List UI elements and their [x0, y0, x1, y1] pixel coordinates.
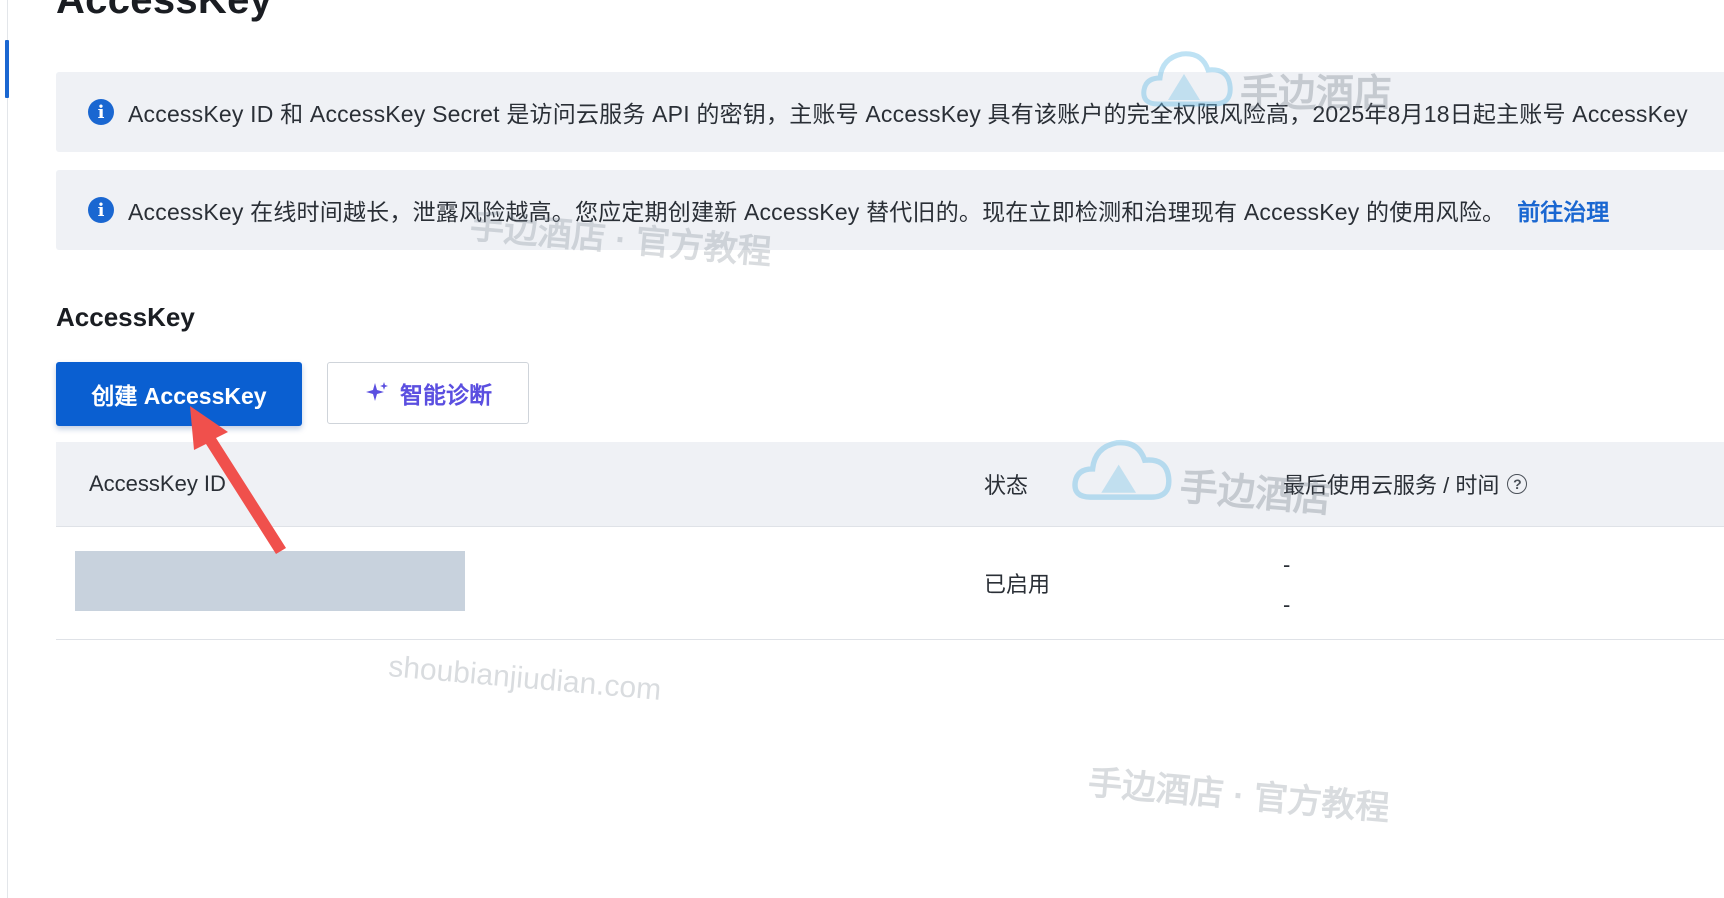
masked-accesskey-id [75, 551, 465, 611]
create-accesskey-button[interactable]: 创建 AccessKey [56, 362, 302, 426]
smart-diagnose-label: 智能诊断 [400, 382, 492, 408]
column-header-last-used-label: 最后使用云服务 / 时间 [1283, 473, 1500, 498]
column-header-accesskey-id: AccessKey ID [89, 471, 226, 496]
info-icon: i [88, 197, 114, 223]
last-used-time: - [1283, 592, 1291, 617]
status-cell: 已启用 [984, 572, 1051, 597]
watermark-caption: 手边酒店 · 官方教程 [1086, 763, 1391, 829]
left-rail-active-indicator [5, 40, 9, 98]
access-key-page: AccessKey i AccessKey ID 和 AccessKey Sec… [0, 0, 1724, 898]
info-icon: i [88, 99, 114, 125]
column-header-status: 状态 [984, 473, 1029, 498]
watermark-url: shoubianjiudian.com [387, 650, 663, 707]
section-title: AccessKey [56, 302, 195, 332]
table-header: AccessKey ID 状态 最后使用云服务 / 时间 ? [56, 442, 1724, 527]
notice-banner-rotation: i AccessKey 在线时间越长，泄露风险越高。您应定期创建新 Access… [56, 170, 1724, 250]
page-title: AccessKey [56, 0, 273, 22]
notice-text: AccessKey ID 和 AccessKey Secret 是访问云服务 A… [128, 101, 1688, 127]
govern-link[interactable]: 前往治理 [1517, 193, 1609, 227]
help-icon[interactable]: ? [1507, 474, 1528, 494]
left-rail-divider [7, 0, 8, 898]
last-used-cell: - - [1283, 545, 1290, 625]
notice-banner-risk: i AccessKey ID 和 AccessKey Secret 是访问云服务… [56, 72, 1724, 152]
smart-diagnose-button[interactable]: 智能诊断 [327, 362, 529, 424]
table-row: 已启用 - - [56, 527, 1724, 640]
sparkle-icon [366, 382, 388, 401]
notice-text: AccessKey 在线时间越长，泄露风险越高。您应定期创建新 AccessKe… [128, 199, 1506, 225]
last-used-service: - [1283, 552, 1291, 577]
column-header-last-used: 最后使用云服务 / 时间 ? [1283, 442, 1528, 526]
